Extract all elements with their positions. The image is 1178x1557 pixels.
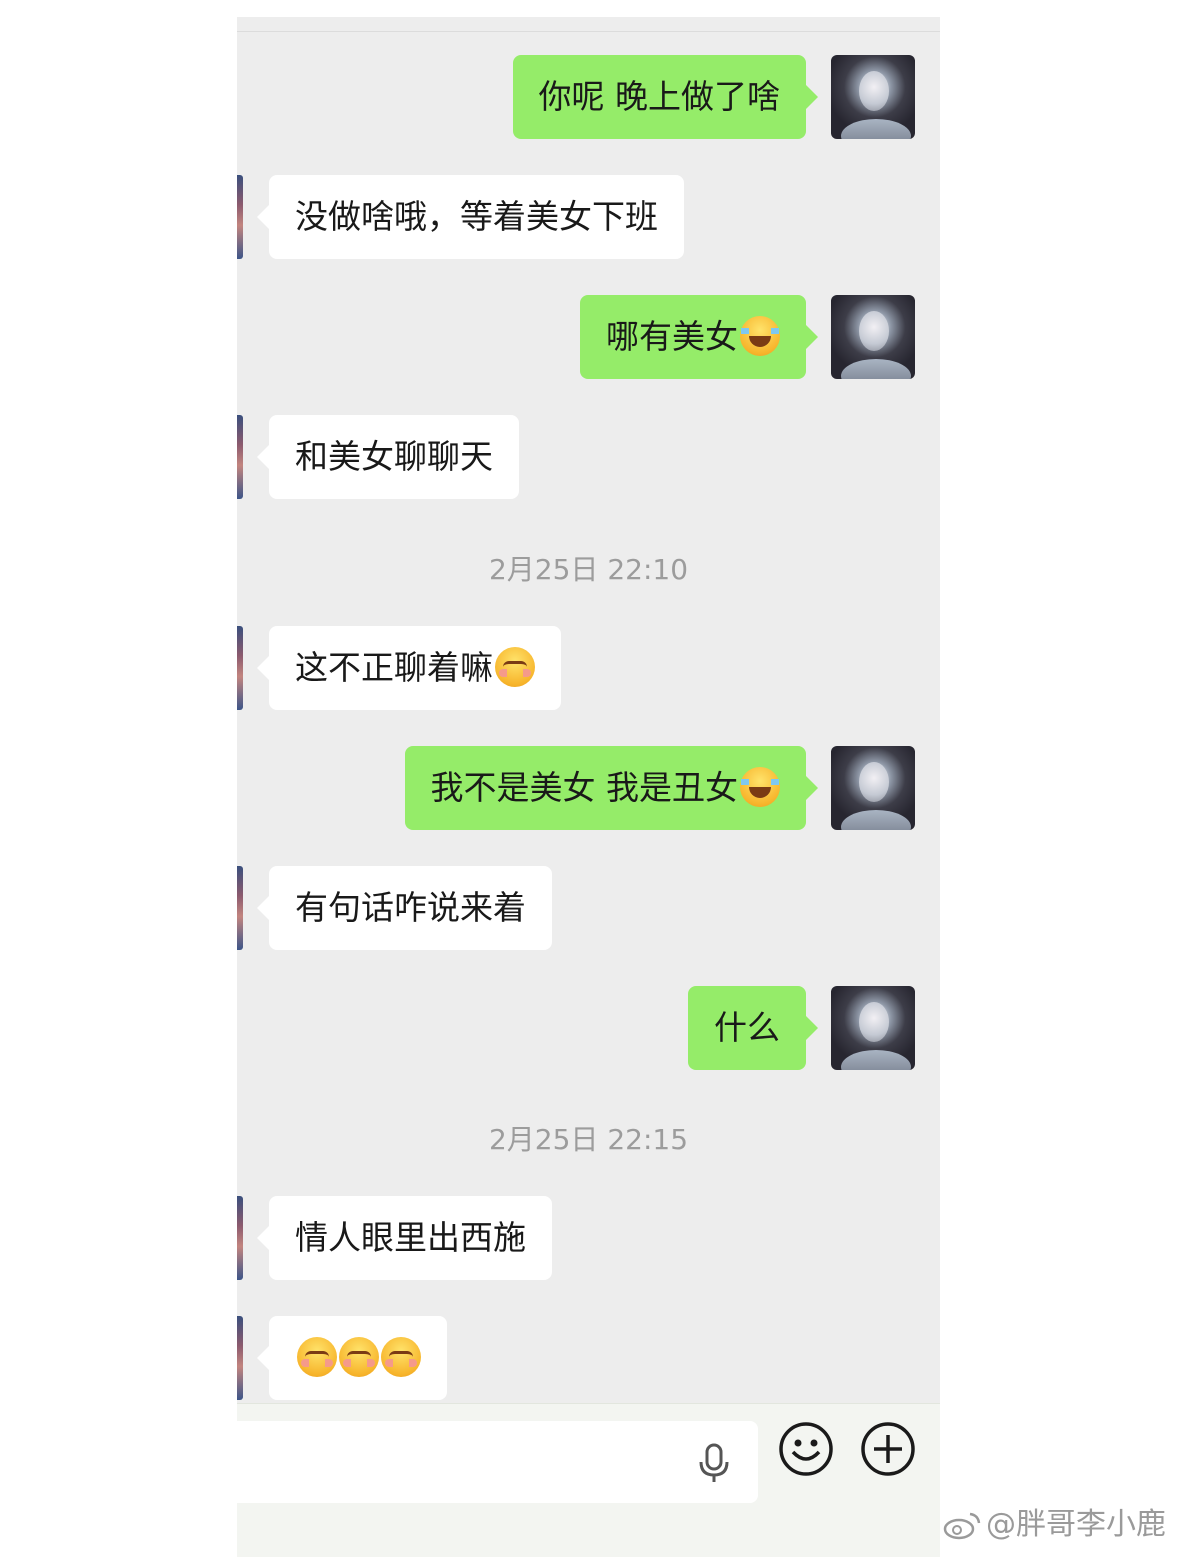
shy-smile-emoji-icon: [381, 1336, 421, 1377]
tears-of-joy-emoji-icon: [740, 315, 780, 356]
incoming-message-bubble[interactable]: 情人眼里出西施: [257, 1196, 552, 1280]
message-text: 什么: [714, 1008, 780, 1047]
contact-avatar[interactable]: [237, 626, 243, 710]
message-row: 和美女聊聊天: [237, 415, 940, 499]
message-row: 情人眼里出西施: [237, 1196, 940, 1280]
message-row: 我不是美女 我是丑女: [237, 746, 940, 830]
tears-of-joy-emoji-icon: [740, 766, 780, 807]
incoming-message-bubble[interactable]: 有句话咋说来着: [257, 866, 552, 950]
message-text: 情人眼里出西施: [295, 1218, 526, 1257]
my-avatar[interactable]: [831, 295, 915, 379]
message-text: 这不正聊着嘛: [295, 648, 493, 687]
outgoing-message-bubble[interactable]: 我不是美女 我是丑女: [404, 746, 818, 830]
my-avatar[interactable]: [831, 986, 915, 1070]
weibo-icon: [943, 1512, 981, 1540]
top-divider: [237, 31, 940, 32]
message-row: 你呢 晚上做了啥: [237, 55, 940, 139]
watermark: @胖哥李小鹿: [942, 1505, 1166, 1545]
microphone-icon[interactable]: [696, 1443, 732, 1483]
plus-icon[interactable]: [860, 1421, 916, 1477]
shy-smile-emoji-icon: [495, 646, 535, 687]
my-avatar[interactable]: [831, 55, 915, 139]
message-text: 没做啥哦，等着美女下班: [295, 197, 658, 236]
message-row: 没做啥哦，等着美女下班: [237, 175, 940, 259]
message-row: 什么: [237, 986, 940, 1070]
emoji-icon[interactable]: [778, 1421, 834, 1477]
timestamp: 2月25日 22:10: [488, 553, 689, 586]
message-text: 有句话咋说来着: [295, 888, 526, 927]
message-row: 有句话咋说来着: [237, 866, 940, 950]
incoming-message-bubble[interactable]: 没做啥哦，等着美女下班: [257, 175, 684, 259]
message-row: 这不正聊着嘛: [237, 626, 940, 710]
shy-smile-emoji-icon: [339, 1336, 379, 1377]
message-text: 你呢 晚上做了啥: [538, 77, 781, 116]
chat-window: 你呢 晚上做了啥 没做啥哦，等着美女下班 哪有美女 和美女聊聊天 2月25日 2…: [237, 17, 940, 1557]
timestamp: 2月25日 22:15: [488, 1123, 689, 1156]
outgoing-message-bubble[interactable]: 什么: [688, 986, 818, 1070]
watermark-text: @胖哥李小鹿: [986, 1507, 1166, 1542]
outgoing-message-bubble[interactable]: 哪有美女: [580, 295, 818, 379]
contact-avatar[interactable]: [237, 1196, 243, 1280]
contact-avatar[interactable]: [237, 1316, 243, 1400]
outgoing-message-bubble[interactable]: 你呢 晚上做了啥: [512, 55, 818, 139]
message-input[interactable]: [237, 1421, 758, 1503]
message-row: [237, 1316, 940, 1400]
message-text: 我不是美女 我是丑女: [430, 768, 739, 807]
my-avatar[interactable]: [831, 746, 915, 830]
incoming-message-bubble[interactable]: 这不正聊着嘛: [257, 626, 561, 710]
message-row: 哪有美女: [237, 295, 940, 379]
contact-avatar[interactable]: [237, 175, 243, 259]
input-bar: [237, 1403, 940, 1557]
incoming-message-bubble[interactable]: [257, 1316, 447, 1400]
contact-avatar[interactable]: [237, 415, 243, 499]
message-text: 和美女聊聊天: [295, 437, 493, 476]
contact-avatar[interactable]: [237, 866, 243, 950]
incoming-message-bubble[interactable]: 和美女聊聊天: [257, 415, 519, 499]
message-text: 哪有美女: [606, 317, 738, 356]
shy-smile-emoji-icon: [297, 1336, 337, 1377]
